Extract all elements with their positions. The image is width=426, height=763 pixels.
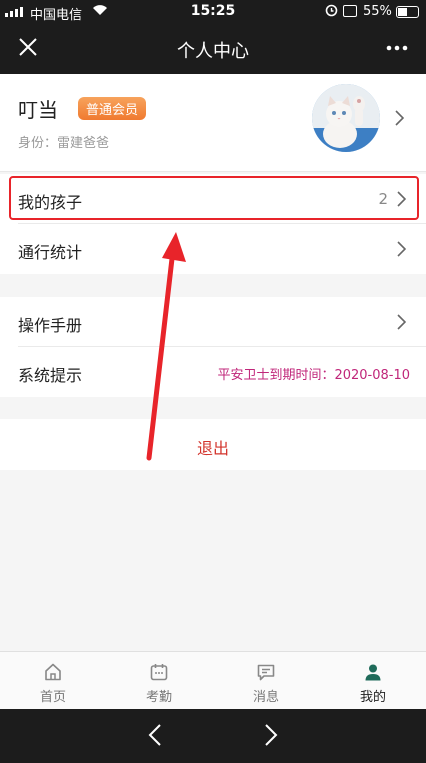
chevron-right-icon <box>265 724 278 746</box>
expiry-notice: 平安卫士到期时间：2020-08-10 <box>217 368 410 383</box>
tab-label: 首页 <box>39 690 66 705</box>
system-notice-row[interactable]: 系统提示 平安卫士到期时间：2020-08-10 <box>0 347 426 397</box>
tab-label: 消息 <box>252 690 279 705</box>
nav-header: 个人中心 <box>0 24 426 74</box>
status-bar: 中国电信 15:25 55% <box>0 0 426 24</box>
more-icon <box>386 45 408 51</box>
tab-home[interactable]: 首页 <box>0 652 106 710</box>
chevron-left-icon <box>148 724 161 746</box>
calendar-icon <box>150 664 168 681</box>
battery-icon <box>396 6 419 18</box>
message-icon <box>257 664 275 681</box>
red-arrow-annotation <box>146 232 186 461</box>
cat-avatar-image <box>312 84 380 152</box>
traffic-stats-label: 通行统计 <box>18 243 83 262</box>
more-button[interactable] <box>386 32 408 57</box>
tab-attendance[interactable]: 考勤 <box>106 652 212 710</box>
home-icon <box>45 663 61 681</box>
manual-row[interactable]: 操作手册 <box>0 297 426 347</box>
highlight-box <box>9 176 419 220</box>
profile-card[interactable]: 叮当 普通会员 身份：雷建爸爸 <box>0 74 426 172</box>
chevron-right-icon <box>396 314 407 334</box>
person-icon <box>365 664 381 681</box>
manual-label: 操作手册 <box>18 316 83 335</box>
tab-bar: 首页 考勤 消息 我的 <box>0 651 426 710</box>
tab-mine[interactable]: 我的 <box>320 652 426 710</box>
user-name: 叮当 <box>18 98 58 122</box>
membership-badge: 普通会员 <box>78 97 147 120</box>
page-title: 个人中心 <box>177 41 249 62</box>
chevron-right-icon <box>394 110 405 130</box>
screen-mirror-icon <box>343 5 357 17</box>
back-button[interactable] <box>148 723 162 751</box>
logout-label: 退出 <box>196 439 229 458</box>
traffic-stats-row[interactable]: 通行统计 <box>0 224 426 274</box>
tab-label: 考勤 <box>145 690 172 705</box>
battery-percent: 55% <box>363 4 392 19</box>
chevron-right-icon <box>396 241 407 261</box>
alarm-icon <box>325 3 338 21</box>
system-notice-label: 系统提示 <box>18 366 83 385</box>
user-identity: 身份：雷建爸爸 <box>18 136 110 151</box>
forward-button[interactable] <box>264 723 278 751</box>
tab-label: 我的 <box>359 690 386 705</box>
avatar[interactable] <box>312 84 380 152</box>
tab-messages[interactable]: 消息 <box>213 652 319 710</box>
logout-button[interactable]: 退出 <box>0 419 426 470</box>
browser-nav-bar <box>0 709 426 763</box>
